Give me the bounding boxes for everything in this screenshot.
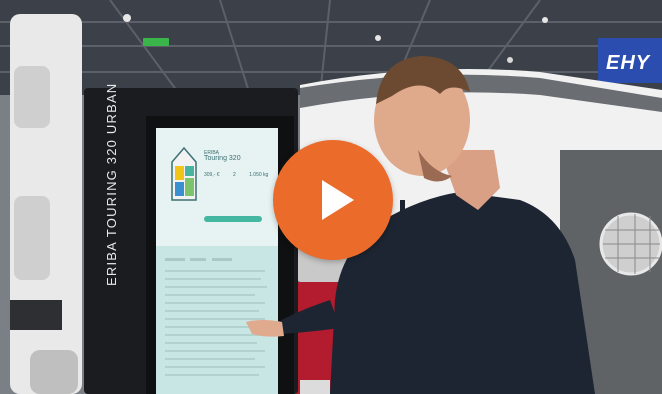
kiosk-stat-weight: 1.050 kg <box>249 172 269 178</box>
play-icon <box>322 180 354 220</box>
play-button[interactable] <box>273 140 393 260</box>
kiosk-stat-price: 309,- € <box>204 172 220 178</box>
booth-sign-text: EHY <box>606 52 651 74</box>
kiosk-vertical-label: ERIBA TOURING 320 URBAN <box>104 82 119 286</box>
kiosk-screen-stats: 309,- € 2 1.050 kg <box>204 172 280 178</box>
kiosk-screen-title: ERIBA Touring 320 <box>204 150 241 162</box>
video-player[interactable]: ERIBA TOURING 320 URBAN EHY ERIBA Tourin… <box>0 0 662 394</box>
kiosk-screen-model: Touring 320 <box>204 155 241 162</box>
kiosk-stat-seats: 2 <box>232 172 236 178</box>
